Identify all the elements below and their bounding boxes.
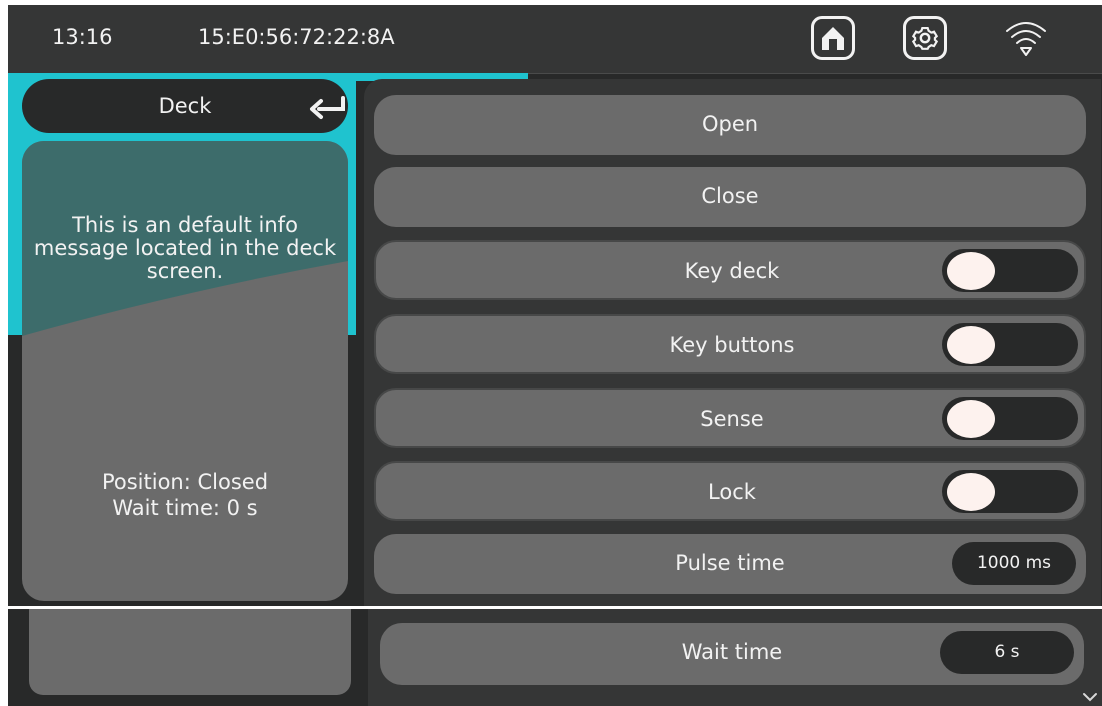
home-icon[interactable] bbox=[811, 16, 855, 60]
lock-row: Lock bbox=[374, 461, 1086, 521]
deck-title: Deck bbox=[158, 94, 212, 118]
open-button[interactable]: Open bbox=[374, 95, 1086, 155]
status-bar: 13:16 15:E0:56:72:22:8A bbox=[8, 5, 1102, 74]
key-buttons-toggle[interactable] bbox=[942, 323, 1078, 366]
sense-row: Sense bbox=[374, 388, 1086, 448]
key-deck-toggle[interactable] bbox=[942, 249, 1078, 292]
gear-icon[interactable] bbox=[903, 16, 947, 60]
close-button-label: Close bbox=[701, 184, 759, 208]
deck-screen: 13:16 15:E0:56:72:22:8A Deck This is an … bbox=[8, 5, 1102, 606]
deck-wait-time: Wait time: 0 s bbox=[112, 496, 258, 520]
wifi-icon bbox=[1006, 22, 1046, 56]
deck-header: Deck bbox=[22, 79, 348, 133]
key-buttons-row: Key buttons bbox=[374, 314, 1086, 374]
wait-time-row[interactable]: Wait time 6 s bbox=[380, 623, 1084, 685]
sense-toggle[interactable] bbox=[942, 397, 1078, 440]
mac-address: 15:E0:56:72:22:8A bbox=[198, 25, 395, 49]
wait-time-value[interactable]: 6 s bbox=[940, 631, 1074, 674]
return-arrow-icon[interactable] bbox=[309, 96, 349, 120]
toggle-knob bbox=[947, 252, 995, 290]
pulse-time-row[interactable]: Pulse time 1000 ms bbox=[374, 534, 1086, 594]
key-deck-row: Key deck bbox=[374, 240, 1086, 300]
clock: 13:16 bbox=[52, 25, 113, 49]
pulse-time-value[interactable]: 1000 ms bbox=[952, 542, 1076, 585]
toggle-knob bbox=[947, 326, 995, 364]
info-card-bottom bbox=[29, 609, 351, 695]
deck-position: Position: Closed bbox=[101, 470, 269, 494]
deck-screen-scrolled: Wait time 6 s bbox=[8, 609, 1102, 706]
close-button[interactable]: Close bbox=[374, 167, 1086, 227]
toggle-knob bbox=[947, 400, 995, 438]
open-button-label: Open bbox=[701, 112, 759, 136]
info-message: This is an default info message located … bbox=[33, 213, 337, 283]
info-card: This is an default info message located … bbox=[22, 141, 348, 601]
toggle-knob bbox=[947, 473, 995, 511]
chevron-down-icon[interactable] bbox=[1082, 691, 1098, 703]
lock-toggle[interactable] bbox=[942, 470, 1078, 513]
